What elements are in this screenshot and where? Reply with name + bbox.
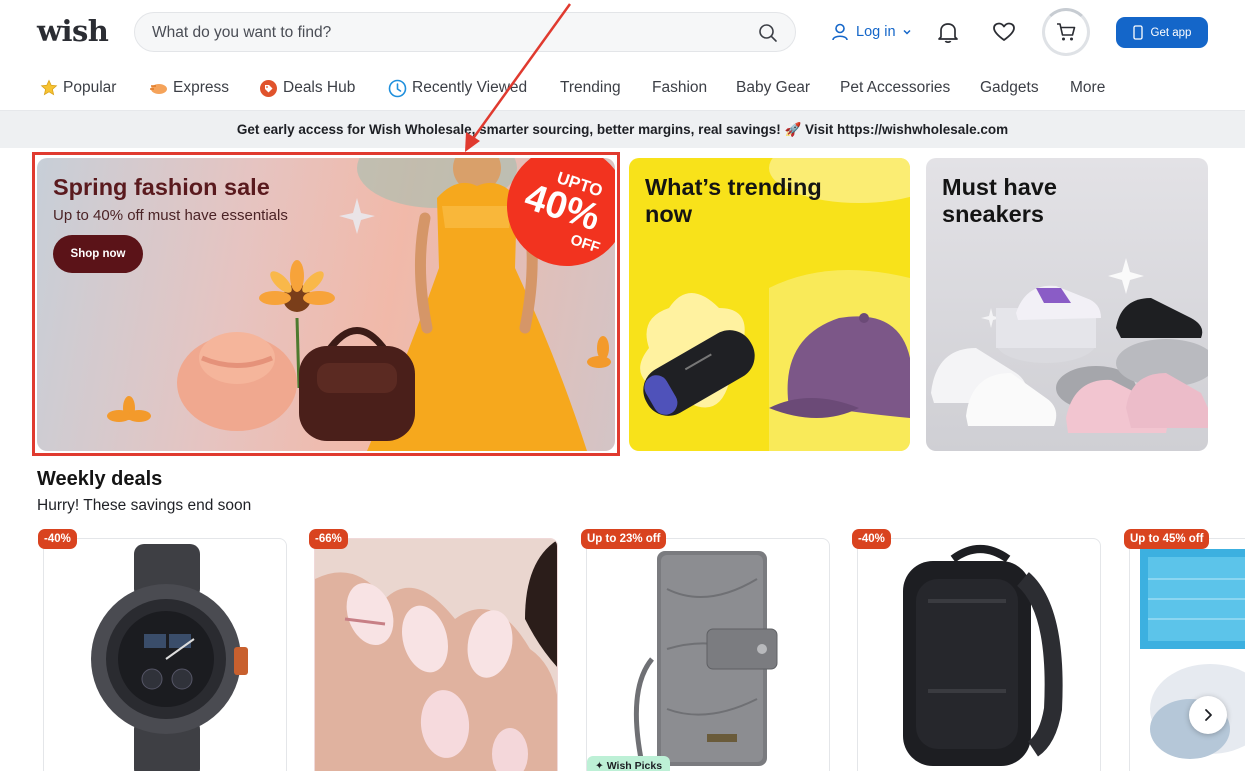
clock-icon bbox=[388, 79, 407, 97]
deals-tag-icon bbox=[260, 79, 277, 97]
banner-title: Must have sneakers bbox=[942, 174, 1057, 227]
express-icon bbox=[150, 84, 167, 94]
banner-subtitle: Up to 40% off must have essentials bbox=[53, 207, 288, 224]
weekly-deals-title: Weekly deals bbox=[37, 468, 163, 490]
product-card[interactable] bbox=[586, 538, 830, 771]
nav-label: Recently Viewed bbox=[412, 79, 528, 96]
nav-label: Deals Hub bbox=[283, 79, 356, 96]
discount-badge: -66% bbox=[309, 529, 348, 549]
discount-badge: Up to 45% off bbox=[1124, 529, 1210, 549]
wish-logo[interactable]: wish bbox=[37, 14, 109, 48]
badge-off: OFF bbox=[568, 231, 603, 257]
nav-label: Trending bbox=[560, 79, 621, 96]
chevron-down-icon bbox=[902, 29, 911, 35]
heart-icon[interactable] bbox=[991, 19, 1017, 45]
nav-item-gadgets[interactable]: Gadgets bbox=[980, 76, 1039, 100]
nav-item-baby-gear[interactable]: Baby Gear bbox=[736, 76, 810, 100]
sneakers-banner[interactable]: Must have sneakers bbox=[926, 158, 1208, 451]
search-icon[interactable] bbox=[758, 23, 778, 43]
shop-now-button[interactable]: Shop now bbox=[53, 235, 143, 273]
wholesale-promo-banner[interactable]: Get early access for Wish Wholesale, sma… bbox=[0, 111, 1245, 148]
nav-label: Baby Gear bbox=[736, 79, 811, 96]
nav-item-popular[interactable]: Popular bbox=[40, 76, 116, 100]
nav-item-express[interactable]: Express bbox=[149, 76, 229, 100]
discount-badge: -40% bbox=[38, 529, 77, 549]
get-app-label: Get app bbox=[1150, 26, 1192, 39]
banner-title: Spring fashion sale bbox=[53, 174, 270, 200]
nav-label: More bbox=[1070, 79, 1106, 96]
nav-item-more[interactable]: More bbox=[1070, 76, 1105, 100]
bell-icon[interactable] bbox=[935, 19, 961, 45]
product-card[interactable] bbox=[857, 538, 1101, 771]
carousel-next-button[interactable] bbox=[1189, 696, 1227, 734]
trending-banner[interactable]: What’s trending now bbox=[629, 158, 910, 451]
login-button[interactable]: Log in bbox=[830, 20, 912, 44]
product-image-nails bbox=[315, 539, 557, 771]
nav-label: Pet Accessories bbox=[840, 79, 951, 96]
nav-label: Express bbox=[173, 79, 229, 96]
product-image-towels bbox=[1140, 549, 1245, 759]
nav-label: Fashion bbox=[652, 79, 708, 96]
product-card[interactable] bbox=[314, 538, 558, 771]
login-label: Log in bbox=[856, 24, 896, 40]
discount-badge: Up to 23% off bbox=[581, 529, 667, 549]
chevron-right-icon bbox=[1205, 709, 1212, 721]
phone-icon bbox=[1132, 25, 1143, 40]
nav-item-pet-accessories[interactable]: Pet Accessories bbox=[840, 76, 950, 100]
nav-item-fashion[interactable]: Fashion bbox=[652, 76, 707, 100]
banner-title: What’s trending now bbox=[645, 174, 822, 227]
nav-item-deals-hub[interactable]: Deals Hub bbox=[259, 76, 355, 100]
user-icon bbox=[832, 23, 848, 41]
cart-button[interactable] bbox=[1042, 8, 1090, 56]
weekly-deals-subtitle: Hurry! These savings end soon bbox=[37, 497, 252, 514]
product-image-wallet bbox=[633, 551, 778, 766]
product-image-watch bbox=[91, 544, 248, 771]
nav-label: Popular bbox=[63, 79, 117, 96]
wish-picks-tag: ✦ Wish Picks bbox=[587, 756, 671, 771]
nav-label: Gadgets bbox=[980, 79, 1039, 96]
spring-fashion-banner[interactable]: Spring fashion sale Up to 40% off must h… bbox=[37, 158, 615, 451]
star-icon bbox=[40, 79, 58, 96]
search-placeholder: What do you want to find? bbox=[152, 24, 332, 41]
search-input[interactable]: What do you want to find? bbox=[134, 12, 796, 52]
discount-badge: -40% bbox=[852, 529, 891, 549]
category-nav: Popular Express Deals Hub Recently Viewe… bbox=[0, 76, 1245, 100]
nav-item-trending[interactable]: Trending bbox=[560, 76, 621, 100]
header: wish What do you want to find? Log in Ge… bbox=[0, 0, 1245, 64]
product-card[interactable] bbox=[43, 538, 287, 771]
product-card[interactable] bbox=[1129, 538, 1245, 771]
get-app-button[interactable]: Get app bbox=[1116, 17, 1208, 48]
cart-icon bbox=[1057, 23, 1076, 41]
product-image-backpack bbox=[903, 545, 1063, 766]
nav-item-recently-viewed[interactable]: Recently Viewed bbox=[388, 76, 527, 100]
